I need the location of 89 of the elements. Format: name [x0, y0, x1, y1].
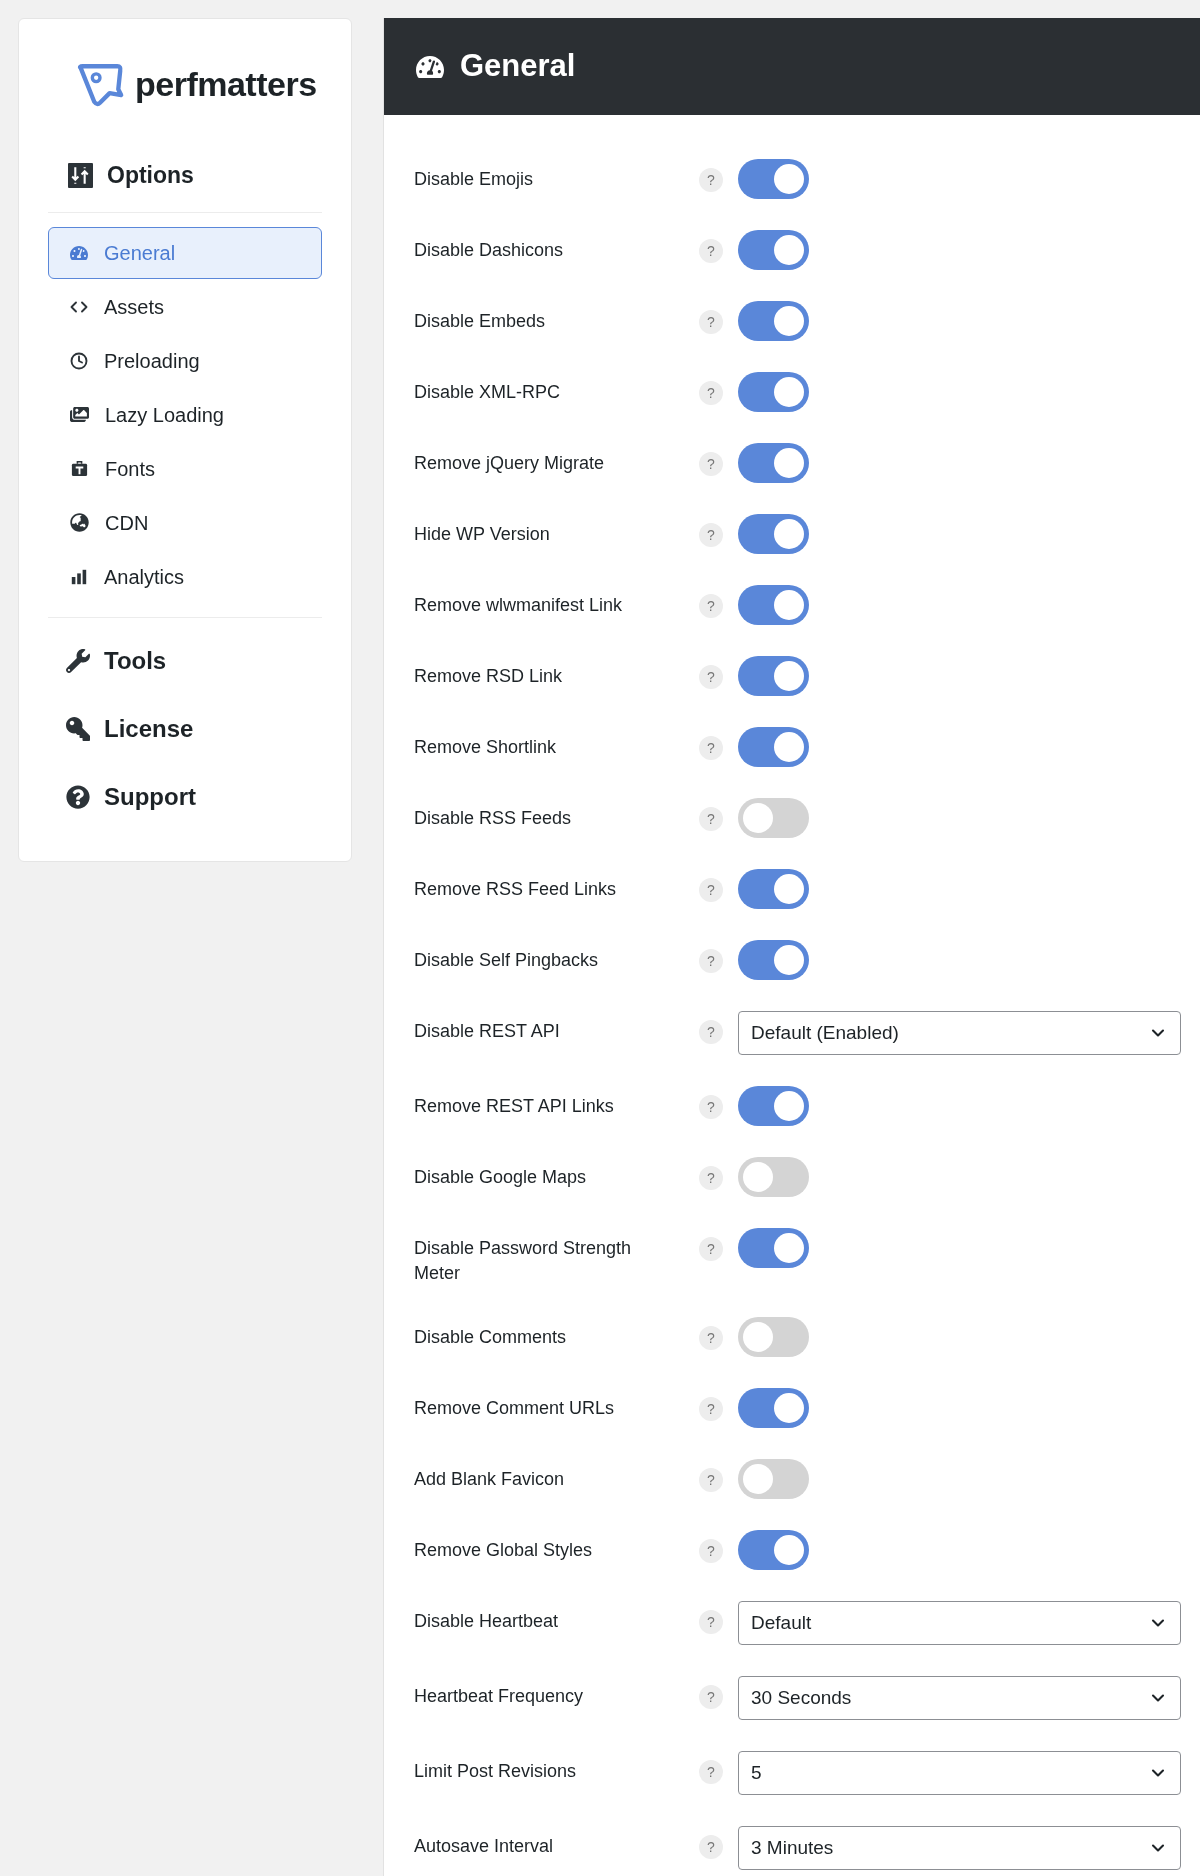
help-tooltip[interactable]: ? — [699, 665, 723, 689]
options-heading: Options — [107, 161, 194, 190]
setting-label: Disable Embeds — [414, 310, 547, 333]
setting-label: Disable Emojis — [414, 168, 535, 191]
gauge-icon — [70, 243, 88, 262]
sidebar-section-link[interactable]: License — [48, 702, 322, 755]
setting-label: Disable XML-RPC — [414, 381, 562, 404]
toggle-switch[interactable] — [738, 798, 809, 838]
sliders-icon — [68, 162, 93, 188]
setting-label: Disable Comments — [414, 1326, 568, 1349]
setting-label: Remove RSS Feed Links — [414, 878, 618, 901]
toggle-switch[interactable] — [738, 1228, 809, 1268]
dropdown-select[interactable]: 5 — [738, 1751, 1181, 1795]
setting-label: Limit Post Revisions — [414, 1760, 578, 1783]
setting-label: Disable Heartbeat — [414, 1610, 560, 1633]
toggle-switch[interactable] — [738, 301, 809, 341]
logo-icon — [75, 62, 125, 107]
setting-label: Remove Comment URLs — [414, 1397, 616, 1420]
sidebar-item[interactable]: General — [48, 226, 322, 279]
help-tooltip[interactable]: ? — [699, 239, 723, 263]
sidebar-section-link[interactable]: Support — [48, 770, 322, 823]
dropdown-select[interactable]: 3 Minutes — [738, 1826, 1181, 1870]
setting-label: Disable REST API — [414, 1020, 561, 1043]
toggle-switch[interactable] — [738, 1086, 809, 1126]
help-tooltip[interactable]: ? — [699, 1095, 723, 1119]
setting-label: Disable Password Strength Meter — [414, 1237, 633, 1285]
help-tooltip[interactable]: ? — [699, 1397, 723, 1421]
help-tooltip[interactable]: ? — [699, 1610, 723, 1634]
wrench-icon — [66, 648, 90, 673]
toggle-switch[interactable] — [738, 1459, 809, 1499]
help-tooltip[interactable]: ? — [699, 1760, 723, 1784]
toggle-switch[interactable] — [738, 656, 809, 696]
toggle-switch[interactable] — [738, 585, 809, 625]
help-tooltip[interactable]: ? — [699, 594, 723, 618]
dropdown-select[interactable]: Default — [738, 1601, 1181, 1645]
toggle-switch[interactable] — [738, 727, 809, 767]
help-tooltip[interactable]: ? — [699, 1539, 723, 1563]
toggle-switch[interactable] — [738, 1530, 809, 1570]
toggle-switch[interactable] — [738, 1157, 809, 1197]
globe-icon — [70, 513, 89, 532]
help-tooltip[interactable]: ? — [699, 878, 723, 902]
toggle-switch[interactable] — [738, 514, 809, 554]
setting-label: Remove wlwmanifest Link — [414, 594, 624, 617]
setting-label: Add Blank Favicon — [414, 1468, 566, 1491]
setting-label: Heartbeat Frequency — [414, 1685, 585, 1708]
setting-label: Hide WP Version — [414, 523, 551, 546]
help-tooltip[interactable]: ? — [699, 1835, 723, 1859]
key-icon — [66, 716, 90, 741]
setting-label: Remove Shortlink — [414, 736, 558, 759]
toggle-switch[interactable] — [738, 1317, 809, 1357]
help-tooltip[interactable]: ? — [699, 736, 723, 760]
setting-label: Disable Google Maps — [414, 1166, 588, 1189]
toggle-switch[interactable] — [738, 869, 809, 909]
bar-chart-icon — [70, 567, 88, 586]
help-tooltip[interactable]: ? — [699, 1685, 723, 1709]
setting-label: Disable RSS Feeds — [414, 807, 573, 830]
font-bag-icon — [70, 459, 89, 478]
help-tooltip[interactable]: ? — [699, 1326, 723, 1350]
help-tooltip[interactable]: ? — [699, 949, 723, 973]
clock-icon — [70, 351, 88, 370]
setting-label: Autosave Interval — [414, 1835, 555, 1858]
images-icon — [70, 405, 89, 424]
sidebar-section-link[interactable]: Tools — [48, 634, 322, 687]
help-tooltip[interactable]: ? — [699, 381, 723, 405]
help-tooltip[interactable]: ? — [699, 1468, 723, 1492]
toggle-switch[interactable] — [738, 372, 809, 412]
help-tooltip[interactable]: ? — [699, 523, 723, 547]
dropdown-select[interactable]: 30 Seconds — [738, 1676, 1181, 1720]
setting-label: Remove Global Styles — [414, 1539, 594, 1562]
panel-title: General — [460, 47, 576, 86]
help-tooltip[interactable]: ? — [699, 310, 723, 334]
help-tooltip[interactable]: ? — [699, 1020, 723, 1044]
setting-label: Remove RSD Link — [414, 665, 564, 688]
toggle-switch[interactable] — [738, 1388, 809, 1428]
toggle-switch[interactable] — [738, 443, 809, 483]
help-tooltip[interactable]: ? — [699, 1237, 723, 1261]
setting-label: Remove REST API Links — [414, 1095, 615, 1118]
toggle-switch[interactable] — [738, 159, 809, 199]
logo-wordmark: perfmatters — [135, 64, 317, 105]
toggle-switch[interactable] — [738, 940, 809, 980]
setting-label: Disable Dashicons — [414, 239, 565, 262]
toggle-switch[interactable] — [738, 230, 809, 270]
help-tooltip[interactable]: ? — [699, 168, 723, 192]
help-tooltip[interactable]: ? — [699, 452, 723, 476]
help-tooltip[interactable]: ? — [699, 1166, 723, 1190]
setting-label: Disable Self Pingbacks — [414, 949, 600, 972]
dropdown-select[interactable]: Default (Enabled) — [738, 1011, 1181, 1055]
setting-label: Remove jQuery Migrate — [414, 452, 606, 475]
help-tooltip[interactable]: ? — [699, 807, 723, 831]
